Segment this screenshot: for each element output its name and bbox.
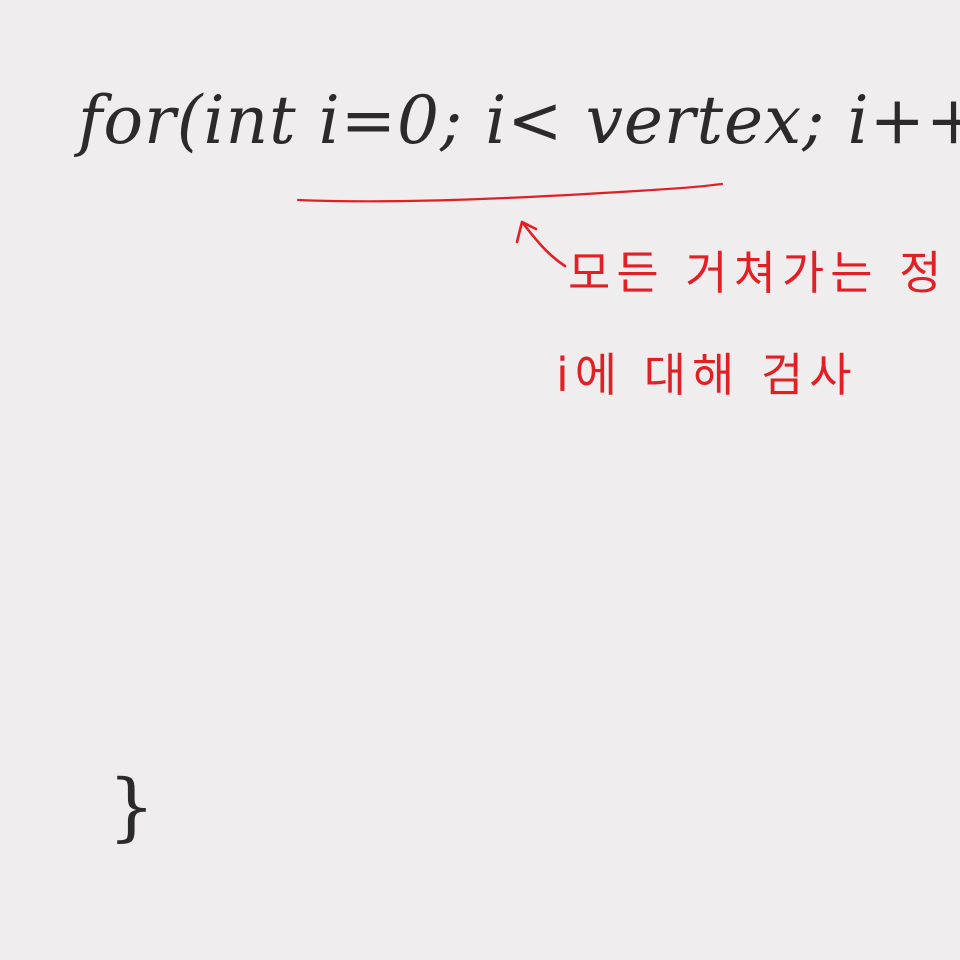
annotation-line-1: 모든 거쳐가는 정 [568, 246, 948, 300]
pointer-arrow-icon [515, 220, 567, 268]
note-canvas: for(int i=0; i< vertex; i++){ 모든 거쳐가는 정 … [0, 0, 960, 960]
annotation-line-2: i에 대해 검사 [556, 348, 858, 402]
closing-brace: } [108, 764, 156, 850]
underline-mark [296, 182, 724, 203]
